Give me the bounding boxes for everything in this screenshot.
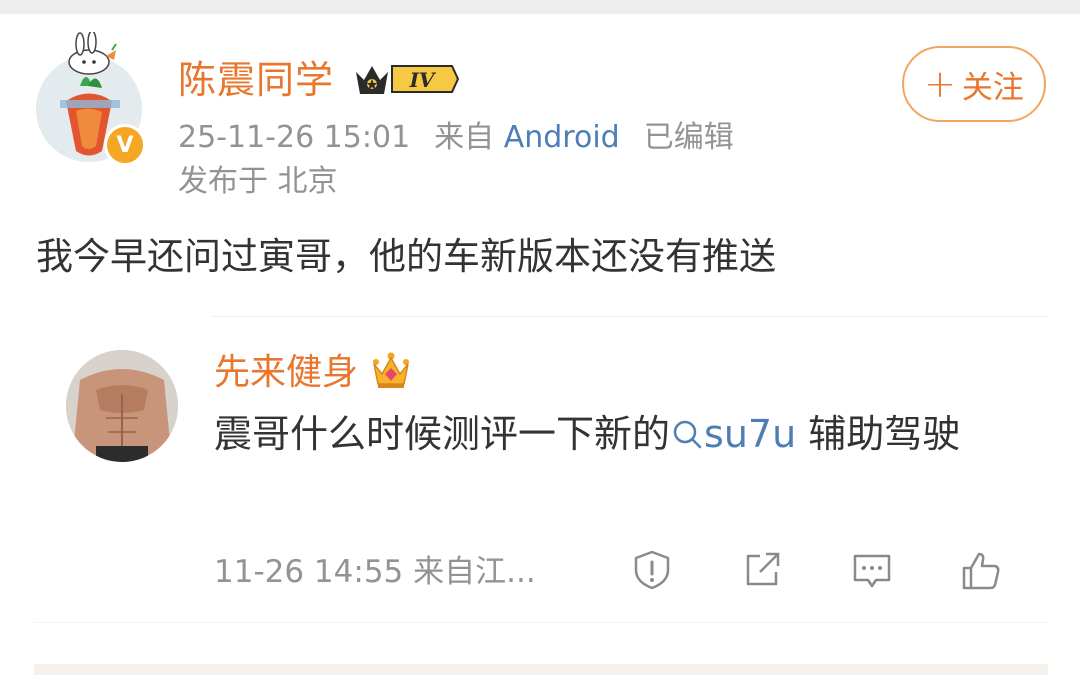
edited-label[interactable]: 已编辑 xyxy=(644,120,734,155)
topic-label: su7u xyxy=(704,412,797,456)
verified-badge-icon: V xyxy=(104,124,146,166)
divider xyxy=(212,316,1048,317)
comment-meta: 11-26 14:55 来自江... xyxy=(214,552,536,592)
follow-label: 关注 xyxy=(961,69,1024,106)
plus-icon: + xyxy=(924,62,956,106)
comment-time: 11-26 14:55 xyxy=(214,554,404,590)
svg-text:IV: IV xyxy=(409,68,437,92)
commenter-name[interactable]: 先来健身 xyxy=(214,350,358,396)
divider xyxy=(34,622,1048,623)
share-icon[interactable] xyxy=(740,548,784,592)
report-icon[interactable] xyxy=(630,548,674,592)
status-strip xyxy=(0,0,1080,14)
crown-icon xyxy=(373,352,409,388)
comment-body: 震哥什么时候测评一下新的 su7u 辅助驾驶 xyxy=(214,406,1014,462)
comment-text-before: 震哥什么时候测评一下新的 xyxy=(214,412,671,456)
map-preview[interactable] xyxy=(34,664,1048,675)
topic-link[interactable]: su7u xyxy=(670,412,796,456)
comment-text-after: 辅助驾驶 xyxy=(796,412,961,456)
author-name[interactable]: 陈震同学 xyxy=(178,56,334,104)
post-location: 发布于 北京 xyxy=(178,164,338,199)
like-icon[interactable] xyxy=(958,548,1002,592)
post-meta: 25-11-26 15:01 来自 Android 已编辑 xyxy=(178,118,734,158)
comment-source: 来自江... xyxy=(413,554,536,590)
post-body: 我今早还问过寅哥，他的车新版本还没有推送 xyxy=(36,235,776,278)
post-timestamp: 25-11-26 15:01 xyxy=(178,120,411,155)
follow-button[interactable]: + 关注 xyxy=(902,46,1046,122)
rabbit-icon xyxy=(68,32,117,75)
post-source-link[interactable]: Android xyxy=(504,120,620,155)
comment-icon[interactable] xyxy=(850,548,894,592)
search-icon xyxy=(673,420,702,449)
source-prefix: 来自 xyxy=(434,120,495,155)
commenter-avatar[interactable] xyxy=(66,350,178,462)
level-badge-icon: IV xyxy=(356,65,460,94)
